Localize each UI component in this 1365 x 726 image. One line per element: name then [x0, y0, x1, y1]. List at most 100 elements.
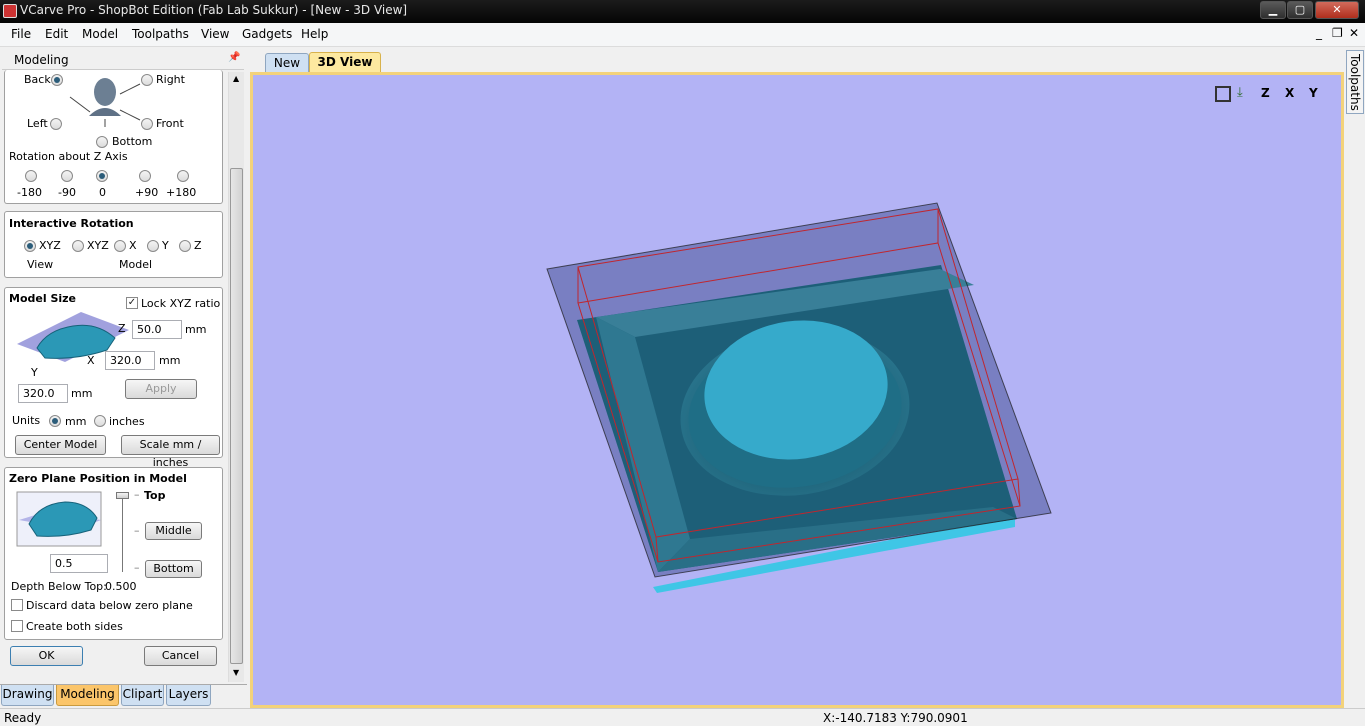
rotation-view-label: View	[27, 258, 54, 271]
rotz-0-radio[interactable]	[96, 170, 108, 182]
rotz-neg90-label: -90	[58, 186, 76, 199]
zero-plane-value-input[interactable]: 0.5	[50, 554, 108, 573]
rotz-pos90-radio[interactable]	[139, 170, 151, 182]
rotation-model-xyz-radio[interactable]	[72, 240, 84, 252]
zoom-extents-icon[interactable]	[1215, 86, 1231, 102]
zero-plane-preview-icon	[16, 491, 102, 547]
right-dock: Toolpaths	[1345, 48, 1365, 708]
menu-toolpaths[interactable]: Toolpaths	[132, 27, 189, 41]
rotz-neg90-radio[interactable]	[61, 170, 73, 182]
mdi-close-button[interactable]: ✕	[1349, 26, 1359, 40]
3d-viewport[interactable]: ⤓ Z X Y	[250, 72, 1344, 708]
units-label: Units	[12, 414, 41, 427]
model-x-input[interactable]: 320.0	[105, 351, 155, 370]
model-y-input[interactable]: 320.0	[18, 384, 68, 403]
view-front-label: Front	[156, 117, 184, 130]
rotz-title: Rotation about Z Axis	[9, 150, 128, 163]
menu-bar: File Edit Model Toolpaths View Gadgets H…	[0, 23, 1365, 47]
model-size-title: Model Size	[9, 292, 76, 305]
rotation-model-xyz-label: XYZ	[87, 239, 109, 252]
both-sides-checkbox[interactable]	[11, 620, 23, 632]
app-icon	[3, 4, 17, 18]
rotation-y-radio[interactable]	[147, 240, 159, 252]
units-mm-radio[interactable]	[49, 415, 61, 427]
rotz-pos180-radio[interactable]	[177, 170, 189, 182]
view-toolbar: ⤓ Z X Y	[1215, 85, 1335, 105]
rotation-view-xyz-radio[interactable]	[24, 240, 36, 252]
doc-tab-new[interactable]: New	[265, 53, 309, 73]
3d-model-render[interactable]	[253, 75, 1341, 705]
view-left-label: Left	[27, 117, 48, 130]
pin-icon[interactable]: 📌	[228, 52, 240, 63]
maximize-button[interactable]: ▢	[1287, 1, 1313, 19]
front-view-icon[interactable]: X	[1285, 86, 1294, 100]
both-sides-label: Create both sides	[26, 620, 123, 633]
model-z-input[interactable]: 50.0	[132, 320, 182, 339]
scale-units-button[interactable]: Scale mm / inches	[121, 435, 220, 469]
lock-ratio-label: Lock XYZ ratio	[141, 297, 221, 310]
rotz-pos180-label: +180	[166, 186, 197, 199]
zero-plane-bottom-button[interactable]: Bottom	[145, 560, 202, 578]
minimize-button[interactable]: ▁	[1260, 1, 1286, 19]
middle-tick: –	[134, 524, 140, 537]
ok-button[interactable]: OK	[10, 646, 83, 666]
toolpaths-side-tab[interactable]: Toolpaths	[1346, 50, 1364, 114]
menu-edit[interactable]: Edit	[45, 27, 68, 41]
axis-x-label: X	[87, 354, 95, 367]
axis-z-label: Z	[118, 322, 126, 335]
depth-below-top-label: Depth Below Top:	[11, 580, 107, 593]
tab-clipart[interactable]: Clipart	[121, 685, 164, 706]
zero-plane-slider-track[interactable]	[122, 494, 123, 572]
scroll-thumb[interactable]	[230, 168, 243, 664]
status-bar: Ready X:-140.7183 Y:790.0901	[0, 708, 1365, 726]
rotation-z-label: Z	[194, 239, 202, 252]
tab-layers[interactable]: Layers	[166, 685, 211, 706]
rotz-pos90-label: +90	[135, 186, 159, 199]
cancel-button[interactable]: Cancel	[144, 646, 217, 666]
mdi-minimize-button[interactable]: _	[1316, 26, 1322, 40]
units-inches-radio[interactable]	[94, 415, 106, 427]
menu-model[interactable]: Model	[82, 27, 118, 41]
rotz-0-label: 0	[99, 186, 106, 199]
view-left-radio[interactable]	[50, 118, 62, 130]
side-view-icon[interactable]: Y	[1309, 86, 1318, 100]
rotz-neg180-radio[interactable]	[25, 170, 37, 182]
zero-plane-middle-button[interactable]: Middle	[145, 522, 202, 540]
menu-view[interactable]: View	[201, 27, 229, 41]
view-bottom-radio[interactable]	[96, 136, 108, 148]
rotation-z-radio[interactable]	[179, 240, 191, 252]
top-tick: –	[134, 488, 140, 501]
top-view-icon[interactable]: Z	[1261, 86, 1270, 100]
rotation-x-radio[interactable]	[114, 240, 126, 252]
rotation-model-label: Model	[119, 258, 153, 271]
zero-plane-slider-thumb[interactable]	[116, 492, 129, 499]
view-back-radio[interactable]	[51, 74, 63, 86]
title-bar: VCarve Pro - ShopBot Edition (Fab Lab Su…	[0, 0, 1365, 23]
rotz-neg180-label: -180	[17, 186, 42, 199]
close-button[interactable]: ✕	[1315, 1, 1359, 19]
window-title: VCarve Pro - ShopBot Edition (Fab Lab Su…	[20, 3, 408, 17]
axis-y-label: Y	[31, 366, 38, 379]
discard-below-checkbox[interactable]	[11, 599, 23, 611]
tab-drawing[interactable]: Drawing	[1, 685, 54, 706]
tab-modeling[interactable]: Modeling	[56, 685, 119, 706]
center-model-button[interactable]: Center Model	[15, 435, 106, 455]
scroll-down-icon[interactable]: ▼	[233, 668, 239, 677]
units-inches-label: inches	[109, 415, 145, 428]
mdi-restore-button[interactable]: ❐	[1332, 26, 1343, 40]
menu-help[interactable]: Help	[301, 27, 328, 41]
scroll-up-icon[interactable]: ▲	[233, 74, 239, 83]
panel-scrollbar[interactable]: ▲ ▼	[228, 72, 244, 682]
menu-file[interactable]: File	[11, 27, 31, 41]
iso-view-icon[interactable]: ⤓	[1237, 85, 1243, 100]
document-tab-strip: New 3D View	[247, 48, 1345, 73]
model-z-unit: mm	[185, 323, 207, 336]
zero-plane-title: Zero Plane Position in Model	[9, 472, 187, 485]
view-bottom-label: Bottom	[112, 135, 153, 148]
panel-tabs: Drawing Modeling Clipart Layers	[0, 684, 247, 706]
menu-gadgets[interactable]: Gadgets	[242, 27, 292, 41]
interactive-rotation-group: Interactive Rotation XYZ XYZ X Y Z View …	[4, 211, 223, 278]
units-mm-label: mm	[65, 415, 87, 428]
doc-tab-3d-view[interactable]: 3D View	[309, 52, 381, 73]
apply-button[interactable]: Apply	[125, 379, 197, 399]
